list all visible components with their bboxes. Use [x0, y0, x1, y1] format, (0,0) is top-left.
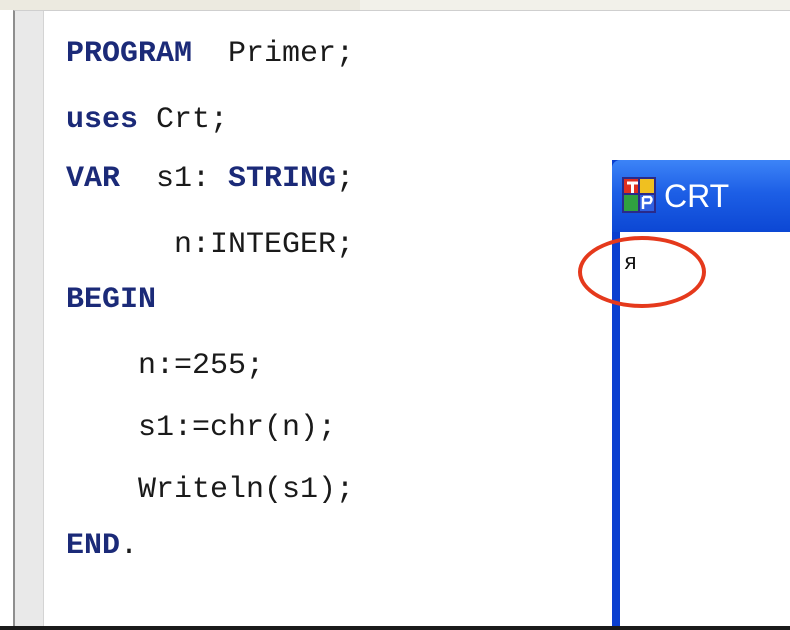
code-line: PROGRAM Primer; — [66, 32, 354, 76]
code-text: . — [120, 529, 139, 563]
code-text: s1:=chr(n); — [66, 411, 337, 445]
crt-window-title: CRT — [664, 178, 730, 214]
crt-output-window[interactable]: CRT я — [612, 160, 790, 630]
code-line: VAR s1: STRING; — [66, 157, 354, 201]
crt-titlebar[interactable]: CRT — [612, 160, 790, 232]
code-text: n:INTEGER; — [66, 228, 355, 262]
code-keyword: PROGRAM — [66, 37, 193, 71]
code-keyword: END — [66, 529, 121, 563]
code-text: ; — [336, 162, 355, 196]
code-line: n:INTEGER; — [66, 223, 354, 267]
turbo-pascal-icon — [622, 177, 656, 213]
code-line: n:=255; — [66, 344, 264, 388]
bottom-border — [0, 626, 790, 630]
code-text: Crt; — [138, 103, 229, 137]
code-line: uses Crt; — [66, 98, 228, 142]
code-keyword: VAR — [66, 162, 121, 196]
code-text: Writeln(s1); — [66, 473, 355, 507]
code-line: Writeln(s1); — [66, 468, 354, 512]
code-line: s1:=chr(n); — [66, 406, 336, 450]
code-text: s1: — [120, 162, 229, 196]
editor-gutter — [15, 11, 43, 630]
highlight-oval — [578, 236, 706, 308]
code-text: Primer; — [192, 37, 355, 71]
code-line: END. — [66, 524, 138, 568]
code-text: n:=255; — [66, 349, 265, 383]
code-line: BEGIN — [66, 278, 156, 322]
code-keyword: STRING — [228, 162, 337, 196]
gutter-divider — [43, 11, 44, 630]
window-top-strip — [0, 0, 790, 10]
code-keyword: BEGIN — [66, 283, 157, 317]
code-keyword: uses — [66, 103, 139, 137]
